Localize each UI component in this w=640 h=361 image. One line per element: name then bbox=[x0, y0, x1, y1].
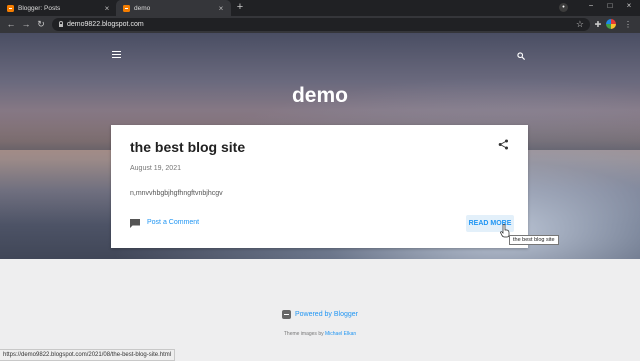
url-text[interactable]: demo9822.blogspot.com bbox=[67, 21, 576, 28]
post-date[interactable]: August 19, 2021 bbox=[130, 165, 181, 172]
forward-icon[interactable]: → bbox=[20, 16, 32, 33]
maximize-button[interactable]: □ bbox=[603, 1, 617, 10]
search-icon[interactable] bbox=[517, 52, 525, 60]
hamburger-menu-icon[interactable] bbox=[112, 51, 121, 59]
theme-author-link[interactable]: Michael Elkan bbox=[325, 331, 356, 337]
lock-icon bbox=[59, 21, 63, 27]
powered-by-text[interactable]: Powered by Blogger bbox=[295, 311, 358, 318]
link-tooltip: the best blog site bbox=[509, 235, 559, 245]
post-title[interactable]: the best blog site bbox=[130, 139, 245, 155]
tab-title: demo bbox=[134, 4, 151, 12]
tab-demo[interactable]: demo × bbox=[116, 0, 231, 16]
powered-by-blogger[interactable]: Powered by Blogger bbox=[0, 310, 640, 319]
avatar[interactable] bbox=[606, 19, 616, 29]
star-icon[interactable]: ☆ bbox=[576, 19, 584, 30]
new-tab-button[interactable]: + bbox=[234, 1, 246, 13]
kebab-menu-icon[interactable]: ⋮ bbox=[622, 16, 634, 33]
tab-blogger-posts[interactable]: Blogger: Posts × bbox=[0, 0, 117, 16]
site-title[interactable]: demo bbox=[0, 84, 640, 108]
close-icon[interactable]: × bbox=[102, 4, 112, 13]
comment-icon[interactable] bbox=[130, 219, 140, 228]
blogger-icon bbox=[7, 4, 14, 12]
theme-prefix: Theme images by bbox=[283, 331, 324, 337]
address-bar[interactable]: demo9822.blogspot.com ☆ bbox=[52, 18, 590, 31]
tab-title: Blogger: Posts bbox=[18, 4, 61, 12]
reload-icon[interactable]: ↻ bbox=[35, 16, 47, 33]
post-comment-link[interactable]: Post a Comment bbox=[147, 219, 199, 226]
blogger-icon bbox=[123, 4, 130, 12]
blogger-icon bbox=[281, 310, 291, 319]
puzzle-icon[interactable]: ✚ bbox=[592, 16, 604, 33]
status-bar-url: https://demo9822.blogspot.com/2021/08/th… bbox=[0, 349, 176, 361]
post-snippet: n,mnvvhbgbjhgfhngftvnbjhcgv bbox=[130, 190, 223, 197]
browser-menu-indicator[interactable]: • bbox=[559, 3, 568, 12]
close-window-button[interactable]: × bbox=[622, 1, 636, 10]
minimize-button[interactable]: − bbox=[584, 1, 598, 10]
back-icon[interactable]: ← bbox=[5, 16, 17, 33]
close-icon[interactable]: × bbox=[216, 4, 226, 13]
theme-attribution: Theme images by Michael Elkan bbox=[0, 331, 640, 337]
share-icon[interactable] bbox=[498, 139, 509, 150]
